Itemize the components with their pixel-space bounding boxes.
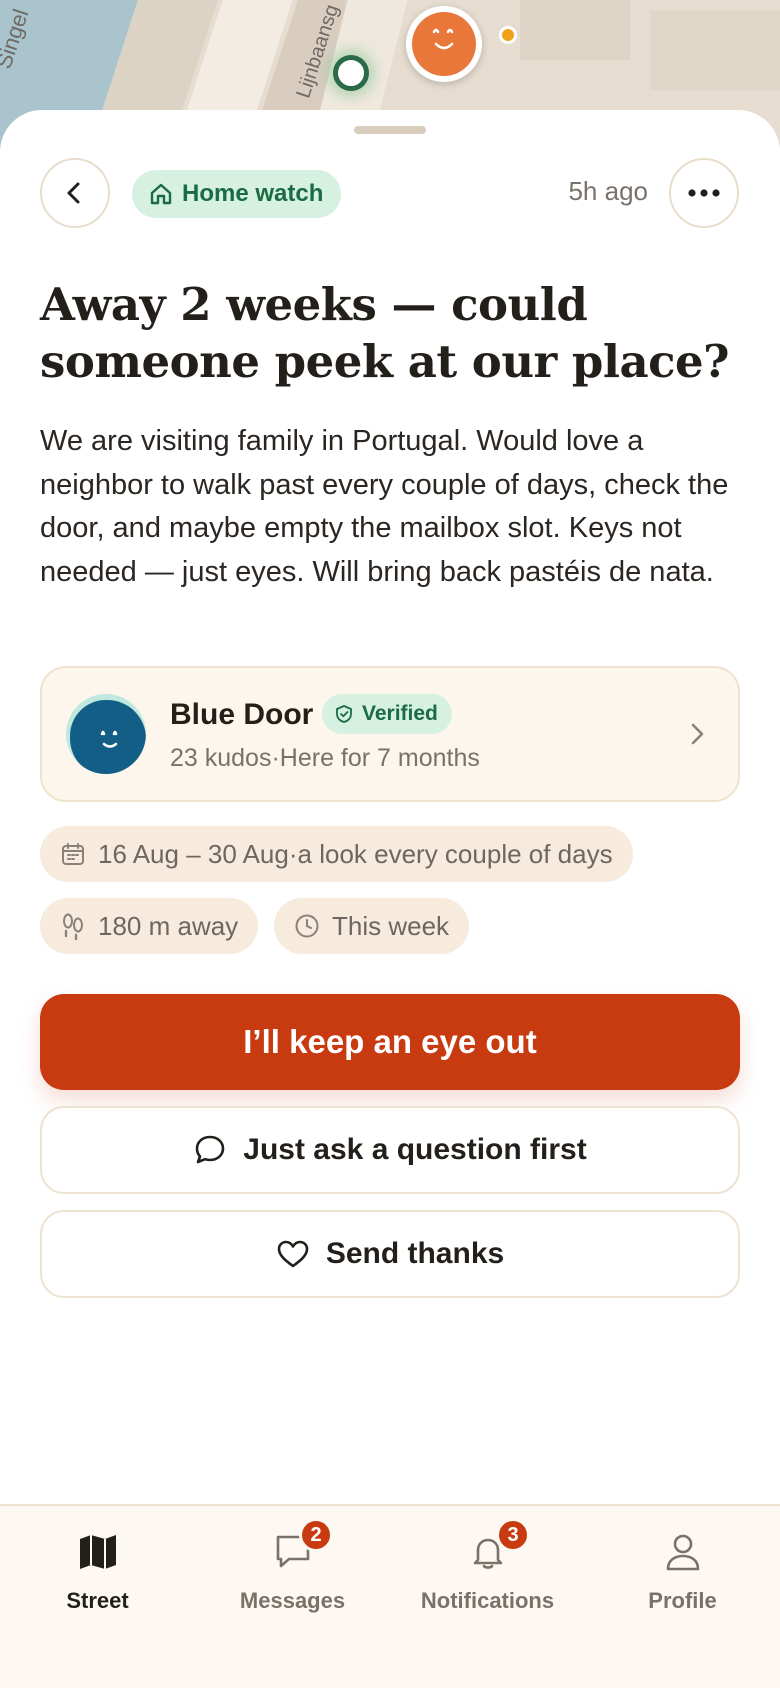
- footprints-icon: [63, 913, 83, 940]
- dates-chip: 16 Aug – 30 Aug·a look every couple of d…: [40, 826, 633, 882]
- author-tenure: Here for 7 months: [279, 744, 480, 772]
- person-icon: [666, 1534, 699, 1571]
- author-name: Blue Door: [170, 698, 314, 731]
- author-kudos: 23 kudos: [170, 744, 272, 772]
- tab-street[interactable]: Street: [0, 1526, 195, 1614]
- distance-label: 180 m away: [98, 910, 239, 941]
- chevron-left-icon: [67, 182, 80, 204]
- posted-time: 5h ago: [568, 176, 648, 206]
- keep-eye-out-button[interactable]: I’ll keep an eye out: [40, 994, 740, 1090]
- calendar-icon: [62, 843, 84, 865]
- chevron-right-icon: [691, 723, 704, 745]
- map-marker-dot[interactable]: [499, 26, 517, 44]
- tab-notifications[interactable]: 3 Notifications: [390, 1518, 585, 1614]
- author-card[interactable]: Blue Door Verified 23 kudos·Here for 7 m…: [40, 666, 740, 802]
- send-thanks-label: Send thanks: [325, 1237, 505, 1270]
- author-avatar: [66, 694, 146, 774]
- chat-bubble-icon: [195, 1135, 225, 1164]
- category-badge: Home watch: [132, 170, 342, 218]
- author-meta: 23 kudos·Here for 7 months: [170, 744, 480, 773]
- date-range: 16 Aug – 30 Aug: [98, 838, 289, 869]
- more-options-button[interactable]: [669, 158, 739, 228]
- tab-label: Notifications: [420, 1588, 555, 1613]
- house-icon: [150, 183, 172, 205]
- ask-question-button[interactable]: Just ask a question first: [40, 1106, 740, 1194]
- back-button[interactable]: [40, 158, 110, 228]
- timeframe-chip: This week: [274, 898, 470, 954]
- shield-check-icon: [336, 705, 352, 723]
- more-dots-icon: [688, 189, 720, 197]
- smiley-avatar-icon: [412, 12, 476, 76]
- ask-question-label: Just ask a question first: [243, 1133, 587, 1166]
- sheet-grabber[interactable]: [354, 126, 426, 134]
- tab-label: Profile: [648, 1588, 717, 1613]
- tab-profile[interactable]: Profile: [585, 1526, 780, 1614]
- meta-separator: ·: [271, 744, 280, 772]
- distance-chip: 180 m away: [40, 898, 259, 954]
- location-pin[interactable]: [333, 55, 369, 91]
- tab-messages[interactable]: 2 Messages: [195, 1518, 390, 1614]
- category-label: Home watch: [182, 180, 324, 207]
- tab-label: Street: [66, 1588, 129, 1613]
- timeframe-label: This week: [332, 910, 450, 941]
- map-block: [650, 10, 780, 90]
- frequency: a look every couple of days: [297, 838, 613, 869]
- map-block: [520, 0, 630, 60]
- meta-separator: ·: [288, 838, 298, 869]
- clock-icon: [295, 914, 319, 938]
- verified-label: Verified: [362, 702, 438, 725]
- post-title: Away 2 weeks — could someone peek at our…: [40, 278, 730, 388]
- send-thanks-button[interactable]: Send thanks: [40, 1210, 740, 1298]
- post-detail-sheet: Home watch 5h ago Away 2 weeks — could s…: [0, 110, 780, 1505]
- tab-label: Messages: [239, 1588, 346, 1613]
- bottom-tab-bar: Street 2 Messages 3 Notifications Profil…: [0, 1504, 780, 1688]
- messages-badge: 2: [299, 1518, 333, 1552]
- verified-badge: Verified: [322, 694, 452, 734]
- notifications-badge: 3: [496, 1518, 530, 1552]
- user-avatar-pin[interactable]: [406, 6, 482, 82]
- post-body: We are visiting family in Portugal. Woul…: [40, 425, 729, 588]
- map-icon: [79, 1535, 116, 1569]
- heart-icon: [277, 1240, 309, 1268]
